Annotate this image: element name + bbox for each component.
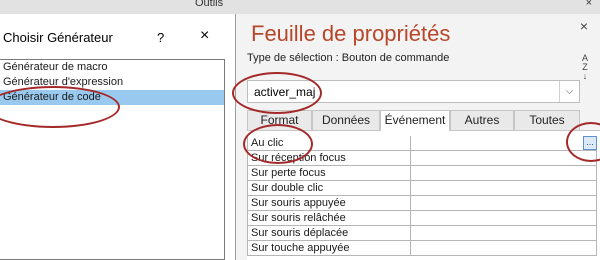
property-value[interactable] (411, 226, 597, 241)
property-row: Sur souris relâchée (247, 211, 600, 226)
selection-type-label: Type de sélection : Bouton de commande (247, 52, 450, 64)
property-value[interactable] (411, 241, 597, 256)
ribbon-close-icon[interactable]: × (586, 0, 592, 9)
property-sheet-title: Feuille de propriétés (251, 21, 451, 46)
tab-donnees[interactable]: Données (312, 110, 380, 130)
close-icon[interactable]: × (200, 27, 209, 45)
builder-button[interactable]: ... (583, 136, 597, 150)
object-selector-combo[interactable]: activer_maj ⌵ (247, 80, 580, 103)
sort-az-icon[interactable]: A Z ↓ (578, 54, 592, 81)
dialog-title: Choisir Générateur (3, 30, 113, 45)
property-value[interactable] (411, 196, 597, 211)
property-name[interactable]: Sur souris déplacée (247, 226, 411, 241)
property-value[interactable] (411, 211, 597, 226)
property-row-au-clic: Au clic ⌵ ... (247, 136, 600, 151)
tab-evenement[interactable]: Événement (380, 110, 450, 131)
builder-list[interactable]: Générateur de macro Générateur d'express… (0, 59, 225, 260)
property-value[interactable] (411, 166, 597, 181)
choose-builder-dialog: Choisir Générateur ? × Générateur de mac… (0, 14, 236, 260)
property-row: Sur double clic (247, 181, 600, 196)
property-row: Sur touche appuyée (247, 241, 600, 256)
event-property-grid: Au clic ⌵ ... Sur réception focus Sur pe… (247, 130, 600, 260)
builder-item-expression[interactable]: Générateur d'expression (0, 75, 224, 90)
property-name[interactable]: Sur réception focus (247, 151, 411, 166)
property-name[interactable]: Sur touche appuyée (247, 241, 411, 256)
property-name[interactable]: Sur double clic (247, 181, 411, 196)
property-sheet: Feuille de propriétés × Type de sélectio… (236, 14, 600, 260)
tab-format[interactable]: Format (247, 110, 312, 130)
property-name[interactable]: Sur souris relâchée (247, 211, 411, 226)
ribbon-tab-outils[interactable]: Outils (195, 0, 223, 9)
tab-autres[interactable]: Autres (450, 110, 514, 130)
property-row: Sur souris déplacée (247, 226, 600, 241)
property-tabs: Format Données Événement Autres Toutes (236, 110, 600, 131)
property-row: Sur réception focus (247, 151, 600, 166)
property-value[interactable] (411, 151, 597, 166)
property-value[interactable] (411, 181, 597, 196)
property-row: Sur perte focus (247, 166, 600, 181)
object-selector-value: activer_maj (254, 85, 316, 99)
builder-item-macro[interactable]: Générateur de macro (0, 60, 224, 75)
property-name[interactable]: Sur souris appuyée (247, 196, 411, 211)
property-name[interactable]: Au clic (247, 136, 411, 151)
property-row: Sur souris appuyée (247, 196, 600, 211)
property-value[interactable]: ⌵ (411, 136, 597, 151)
ribbon-strip: Outils × (0, 0, 600, 14)
chevron-down-icon[interactable]: ⌵ (559, 81, 579, 102)
property-name[interactable]: Sur perte focus (247, 166, 411, 181)
property-sheet-close-icon[interactable]: × (580, 18, 588, 34)
tab-toutes[interactable]: Toutes (514, 110, 580, 130)
help-icon[interactable]: ? (157, 30, 164, 45)
builder-item-code[interactable]: Générateur de code (0, 90, 224, 105)
